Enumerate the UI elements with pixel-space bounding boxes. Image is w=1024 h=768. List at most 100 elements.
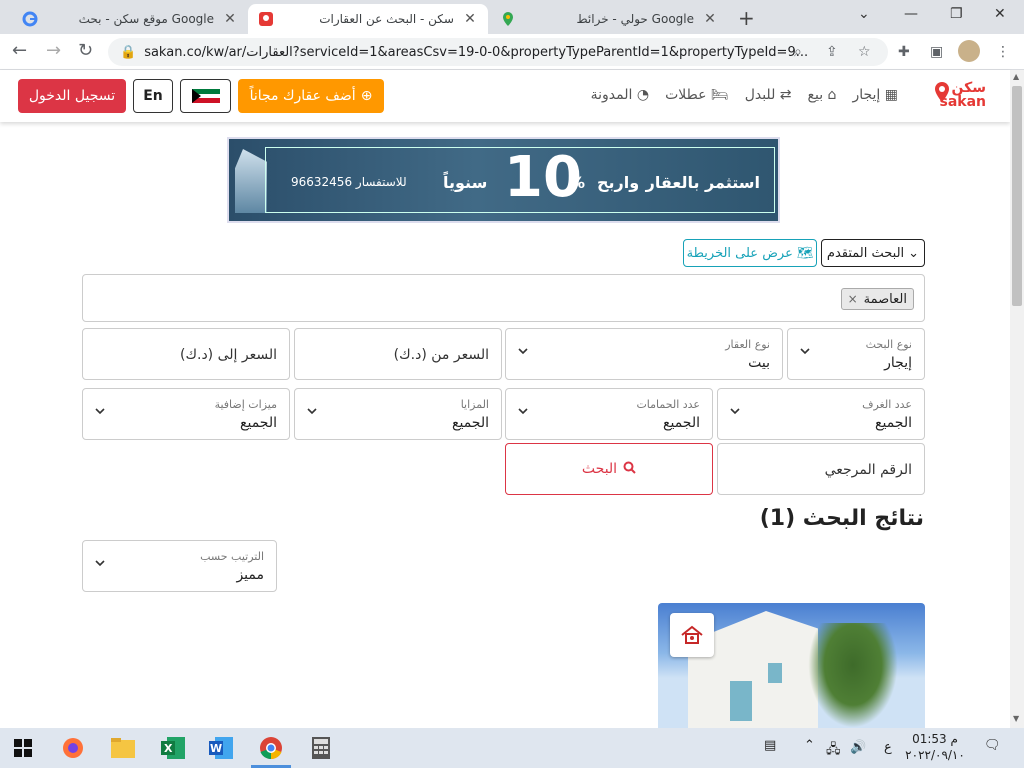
sidepanel-icon[interactable]: ▣ <box>930 44 943 60</box>
reload-icon[interactable]: ↻ <box>78 40 93 61</box>
login-button[interactable]: تسجيل الدخول <box>18 79 126 113</box>
tray-chevron-icon[interactable]: ⌃ <box>804 738 815 753</box>
chevron-down-icon <box>307 408 317 415</box>
zoom-icon[interactable]: ⌕ <box>794 44 802 60</box>
nav-item-exchange[interactable]: ⇄ للبدل <box>745 87 792 103</box>
network-icon[interactable]: 🖧 <box>826 740 841 762</box>
back-icon[interactable]: ← <box>12 40 27 61</box>
chevron-down-icon <box>95 560 105 567</box>
share-icon[interactable]: ⇪ <box>826 44 838 60</box>
advanced-search-button[interactable]: البحث المتقدم ⌄ <box>821 239 925 267</box>
scroll-up-icon[interactable]: ▲ <box>1013 72 1019 81</box>
results-title: نتائج البحث (1) <box>759 506 924 531</box>
nav-item-rent[interactable]: ▦ إيجار <box>852 87 898 103</box>
system-clock[interactable]: 01:53 م ٢٠٢٢/٠٩/١٠ <box>905 731 965 763</box>
news-widget-icon[interactable]: ▤ <box>764 738 776 753</box>
forward-icon[interactable]: → <box>46 40 61 61</box>
tab-title: موقع سكن - بحث Google <box>78 12 214 26</box>
field-placeholder: الرقم المرجعي <box>824 462 912 478</box>
address-bar[interactable]: 🔒 sakan.co/kw/ar/العقارات?serviceId=1&ar… <box>108 38 888 66</box>
price-from-input[interactable]: السعر من (د.ك) <box>294 328 502 380</box>
browser-toolbar: ← → ↻ 🔒 sakan.co/kw/ar/العقارات?serviceI… <box>0 34 1024 70</box>
field-label: عدد الغرف <box>862 398 912 411</box>
field-label: نوع العقار <box>725 338 770 351</box>
reference-number-input[interactable]: الرقم المرجعي <box>717 443 925 495</box>
excel-icon[interactable]: X <box>160 736 186 760</box>
search-button-label: البحث <box>581 461 618 477</box>
close-icon[interactable]: ✕ <box>702 11 718 27</box>
new-tab-icon[interactable]: + <box>738 6 755 30</box>
scroll-thumb[interactable] <box>1012 86 1022 306</box>
kuwait-flag-icon <box>191 89 220 104</box>
main-nav: ▦ إيجار ⌂ بيع ⇄ للبدل 🛏 عطلات ◔ المدونة <box>591 87 898 103</box>
url-text: sakan.co/kw/ar/العقارات?serviceId=1&area… <box>144 44 809 60</box>
close-icon[interactable]: ✕ <box>222 11 238 27</box>
clock-time: 01:53 م <box>912 732 958 746</box>
features-select[interactable]: المزايا الجميع <box>294 388 502 440</box>
tab-google-maps[interactable]: حولي - خرائط Google ✕ <box>490 4 728 34</box>
area-select-input[interactable]: × العاصمة <box>82 274 925 322</box>
chevron-down-icon <box>730 408 740 415</box>
bathrooms-select[interactable]: عدد الحمامات الجميع <box>505 388 713 440</box>
nav-item-sale[interactable]: ⌂ بيع <box>808 87 837 103</box>
banner-text-left: سنوياً <box>443 173 488 192</box>
window-close-icon[interactable]: ✕ <box>994 6 1006 22</box>
nav-item-holidays[interactable]: 🛏 عطلات <box>665 87 729 103</box>
extra-features-select[interactable]: ميزات إضافية الجميع <box>82 388 290 440</box>
country-selector-button[interactable] <box>180 79 231 113</box>
chevron-down-icon <box>518 348 528 355</box>
firefox-icon[interactable] <box>60 736 86 760</box>
sakan-icon <box>258 11 274 27</box>
tab-google-search[interactable]: موقع سكن - بحث Google ✕ <box>12 4 248 34</box>
property-type-select[interactable]: نوع العقار بيت <box>505 328 783 380</box>
windows-start-icon[interactable] <box>10 736 36 760</box>
show-on-map-label: عرض على الخريطة <box>686 245 793 261</box>
tab-sakan-search[interactable]: سكن - البحث عن العقارات ✕ <box>248 4 488 34</box>
chevron-down-icon[interactable]: ⌄ <box>858 6 870 22</box>
field-label: نوع البحث <box>865 338 912 351</box>
plus-circle-icon: ⊕ <box>360 88 373 104</box>
rooms-select[interactable]: عدد الغرف الجميع <box>717 388 925 440</box>
search-type-select[interactable]: نوع البحث إيجار <box>787 328 925 380</box>
bookmark-star-icon[interactable]: ☆ <box>858 44 871 60</box>
nav-item-blog[interactable]: ◔ المدونة <box>591 87 649 103</box>
price-to-input[interactable]: السعر إلى (د.ك) <box>82 328 290 380</box>
show-on-map-button[interactable]: عرض على الخريطة 🗺 <box>683 239 817 267</box>
advanced-search-label: البحث المتقدم <box>826 245 905 261</box>
area-chip[interactable]: × العاصمة <box>840 288 914 310</box>
sort-select[interactable]: الترتيب حسب مميز <box>82 540 277 592</box>
file-explorer-icon[interactable] <box>110 736 136 760</box>
map-icon: 🗺 <box>796 245 814 261</box>
chrome-icon[interactable] <box>258 736 284 760</box>
area-chip-label: العاصمة <box>863 291 907 307</box>
volume-icon[interactable]: 🔊 <box>850 740 866 755</box>
svg-text:W: W <box>210 742 222 755</box>
banner-text-middle: واربح <box>597 173 640 192</box>
restore-icon[interactable]: ❐ <box>950 6 963 22</box>
house-window <box>768 663 782 683</box>
scroll-down-icon[interactable]: ▼ <box>1013 714 1019 723</box>
menu-dots-icon[interactable]: ⋮ <box>996 44 1010 60</box>
word-icon[interactable]: W <box>208 736 234 760</box>
field-label: المزايا <box>460 398 489 411</box>
remove-icon[interactable]: × <box>848 292 858 306</box>
notifications-icon[interactable]: 🗨 <box>984 738 1001 753</box>
page-scrollbar[interactable]: ▲ ▼ <box>1010 70 1024 728</box>
minimize-icon[interactable]: — <box>904 6 918 22</box>
field-value: بيت <box>748 355 770 371</box>
language-button[interactable]: En <box>133 79 173 113</box>
sakan-logo[interactable]: سكن sakan <box>932 80 998 114</box>
banner-phone: للاستفسار 96632456 <box>291 175 407 189</box>
profile-avatar[interactable] <box>958 40 980 62</box>
field-label: عدد الحمامات <box>636 398 700 411</box>
promo-banner[interactable]: للاستفسار 96632456 سنوياً 10 % واربح است… <box>227 137 780 223</box>
search-button[interactable]: البحث <box>505 443 713 495</box>
field-placeholder: السعر إلى (د.ك) <box>180 347 277 363</box>
extensions-icon[interactable]: ✚ <box>898 44 910 60</box>
field-value: مميز <box>236 567 264 583</box>
close-icon[interactable]: ✕ <box>462 11 478 27</box>
listing-card-image[interactable] <box>658 603 925 728</box>
add-property-button[interactable]: أضف عقارك مجاناً ⊕ <box>238 79 384 113</box>
input-language[interactable]: ع <box>884 740 892 755</box>
calculator-icon[interactable] <box>308 736 334 760</box>
